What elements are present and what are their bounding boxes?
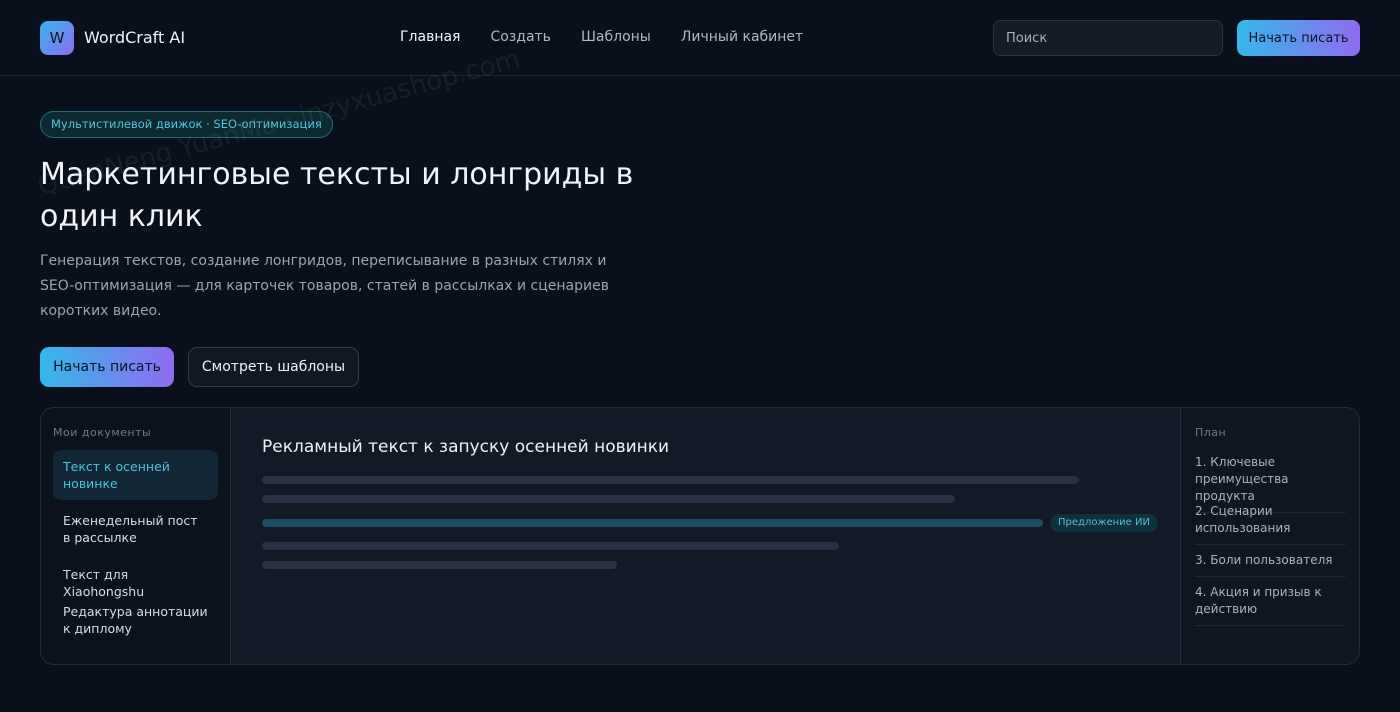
text-placeholder-line (262, 542, 839, 550)
start-writing-button[interactable]: Начать писать (40, 347, 174, 387)
editor-preview[interactable]: Рекламный текст к запуску осенней новинк… (232, 408, 1180, 664)
outline-heading: План (1195, 426, 1227, 439)
document-item-thesis-abstract[interactable]: Редактура аннотации к диплому (53, 595, 218, 645)
workspace-preview: Мои документы Текст к осенней новинке Еж… (40, 407, 1360, 665)
outline-item-use-cases[interactable]: 2. Сценарии использования (1195, 503, 1346, 545)
logo-icon[interactable]: W (40, 21, 74, 55)
top-navigation-bar: W WordCraft AI Главная Создать Шаблоны Л… (0, 0, 1400, 76)
text-placeholder-line (262, 476, 1079, 484)
outline-item-call-to-action[interactable]: 4. Акция и призыв к действию (1195, 584, 1346, 626)
nav-item-create[interactable]: Создать (490, 29, 550, 45)
feature-tag: Мультистилевой движок · SEO-оптимизация (40, 111, 333, 138)
text-placeholder-line (262, 495, 955, 503)
editor-document-title: Рекламный текст к запуску осенней новинк… (262, 437, 670, 457)
brand-name[interactable]: WordCraft AI (84, 28, 185, 47)
nav-item-templates[interactable]: Шаблоны (581, 29, 651, 45)
ai-suggested-line[interactable] (262, 519, 1043, 527)
document-item-newsletter[interactable]: Еженедельный пост в рассылке (53, 504, 218, 554)
header-start-writing-button[interactable]: Начать писать (1237, 20, 1360, 56)
text-placeholder-line (262, 561, 617, 569)
search-input[interactable] (993, 20, 1223, 56)
nav-item-account[interactable]: Личный кабинет (681, 29, 803, 45)
view-templates-button[interactable]: Смотреть шаблоны (188, 347, 359, 387)
nav-item-home[interactable]: Главная (400, 29, 460, 45)
hero-title: Маркетинговые тексты и лонгриды в один к… (40, 157, 634, 234)
document-item-autumn-launch[interactable]: Текст к осенней новинке (53, 450, 218, 500)
documents-heading: Мои документы (53, 426, 152, 439)
ai-suggestion-badge[interactable]: Предложение ИИ (1050, 514, 1158, 532)
hero-description: Генерация текстов, создание лонгридов, п… (40, 253, 609, 319)
documents-sidebar: Мои документы Текст к осенней новинке Еж… (41, 408, 231, 664)
outline-sidebar: План 1. Ключевые преимущества продукта 2… (1180, 408, 1359, 664)
main-nav: Главная Создать Шаблоны Личный кабинет (400, 29, 833, 45)
outline-item-pain-points[interactable]: 3. Боли пользователя (1195, 552, 1346, 577)
